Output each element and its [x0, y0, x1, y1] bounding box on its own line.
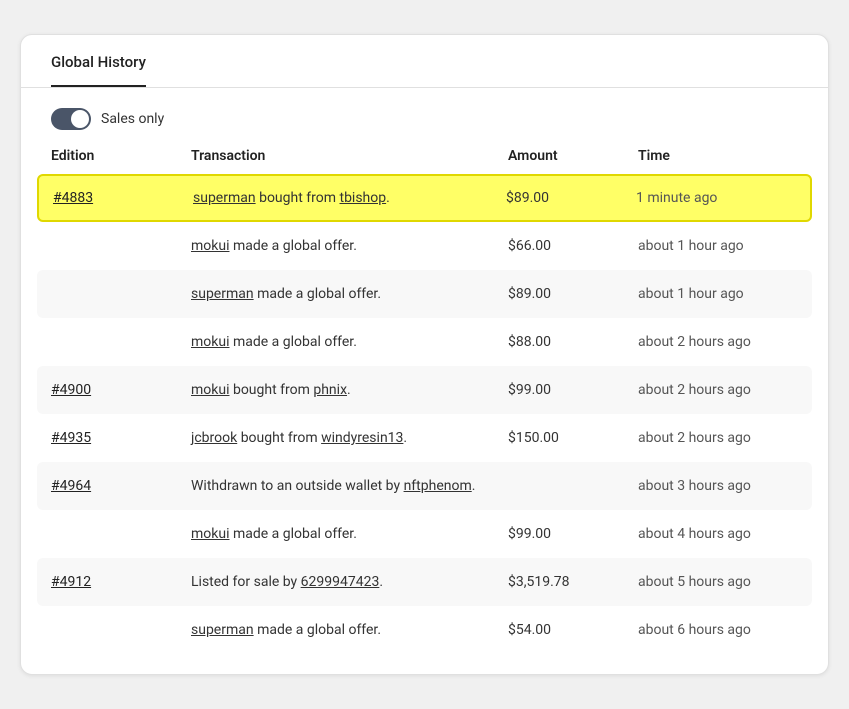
user-link-buyer[interactable]: mokui: [191, 382, 229, 398]
header-time: Time: [638, 148, 798, 164]
header-amount: Amount: [508, 148, 638, 164]
transaction-cell: mokui bought from phnix.: [191, 382, 508, 398]
edition-link[interactable]: #4964: [51, 478, 91, 494]
transaction-cell: mokui made a global offer.: [191, 334, 508, 350]
sales-only-toggle[interactable]: [51, 108, 91, 130]
transaction-cell: jcbrook bought from windyresin13.: [191, 430, 508, 446]
user-link-seller[interactable]: phnix: [313, 382, 347, 398]
header-edition: Edition: [51, 148, 191, 164]
time-cell: about 2 hours ago: [638, 382, 798, 398]
edition-link[interactable]: #4883: [53, 190, 93, 206]
user-link-seller[interactable]: windyresin13: [321, 430, 403, 446]
edition-cell: #4900: [51, 382, 191, 398]
time-cell: about 1 hour ago: [638, 286, 798, 302]
time-cell: about 4 hours ago: [638, 526, 798, 542]
amount-cell: $89.00: [506, 190, 636, 206]
table-row: #4964 Withdrawn to an outside wallet by n…: [37, 462, 812, 510]
table-body: #4883superman bought from tbishop.$89.00…: [37, 174, 812, 654]
amount-cell: $89.00: [508, 286, 638, 302]
amount-cell: $54.00: [508, 622, 638, 638]
transaction-cell: Withdrawn to an outside wallet by nftphe…: [191, 478, 508, 494]
user-link[interactable]: superman: [191, 622, 254, 638]
time-cell: about 2 hours ago: [638, 430, 798, 446]
user-link-buyer[interactable]: superman: [193, 190, 256, 206]
tab-bar: Global History: [21, 35, 828, 88]
edition-cell: #4912: [51, 574, 191, 590]
amount-cell: $99.00: [508, 382, 638, 398]
edition-link[interactable]: #4912: [51, 574, 91, 590]
amount-cell: $3,519.78: [508, 574, 638, 590]
global-history-card: Global History Sales only Edition Transa…: [20, 34, 829, 675]
transaction-cell: superman made a global offer.: [191, 286, 508, 302]
user-link[interactable]: mokui: [191, 334, 229, 350]
edition-cell: #4935: [51, 430, 191, 446]
table-header: Edition Transaction Amount Time: [37, 142, 812, 170]
amount-cell: $150.00: [508, 430, 638, 446]
table-row: superman made a global offer.$89.00about…: [37, 270, 812, 318]
time-cell: about 6 hours ago: [638, 622, 798, 638]
edition-link[interactable]: #4900: [51, 382, 91, 398]
user-link[interactable]: superman: [191, 286, 254, 302]
time-cell: about 5 hours ago: [638, 574, 798, 590]
amount-cell: $88.00: [508, 334, 638, 350]
tab-global-history[interactable]: Global History: [51, 35, 146, 87]
transaction-cell: mokui made a global offer.: [191, 238, 508, 254]
table-row: #4883 superman bought from tbishop.$89.00…: [37, 174, 812, 222]
transaction-cell: Listed for sale by 6299947423.: [191, 574, 508, 590]
sales-only-label: Sales only: [101, 111, 164, 127]
user-link[interactable]: mokui: [191, 526, 229, 542]
edition-cell: #4964: [51, 478, 191, 494]
table-row: #4935 jcbrook bought from windyresin13.$1…: [37, 414, 812, 462]
user-link-seller[interactable]: tbishop: [339, 190, 386, 206]
table-row: #4912 Listed for sale by 6299947423.$3,51…: [37, 558, 812, 606]
user-link-buyer[interactable]: jcbrook: [191, 430, 237, 446]
time-cell: about 2 hours ago: [638, 334, 798, 350]
table-row: #4900 mokui bought from phnix.$99.00about…: [37, 366, 812, 414]
transaction-cell: superman bought from tbishop.: [193, 190, 506, 206]
amount-cell: $99.00: [508, 526, 638, 542]
controls-row: Sales only: [21, 88, 828, 142]
table-row: mokui made a global offer.$66.00about 1 …: [37, 222, 812, 270]
table-container: Edition Transaction Amount Time #4883 sup…: [21, 142, 828, 654]
table-row: mokui made a global offer.$88.00about 2 …: [37, 318, 812, 366]
amount-cell: $66.00: [508, 238, 638, 254]
toggle-knob: [71, 110, 89, 128]
user-link[interactable]: nftphenom: [404, 478, 472, 494]
edition-link[interactable]: #4935: [51, 430, 91, 446]
header-transaction: Transaction: [191, 148, 508, 164]
user-link[interactable]: mokui: [191, 238, 229, 254]
user-link[interactable]: 6299947423: [301, 574, 380, 590]
edition-cell: #4883: [53, 190, 193, 206]
table-row: superman made a global offer.$54.00about…: [37, 606, 812, 654]
time-cell: 1 minute ago: [636, 190, 796, 206]
time-cell: about 1 hour ago: [638, 238, 798, 254]
table-row: mokui made a global offer.$99.00about 4 …: [37, 510, 812, 558]
transaction-cell: superman made a global offer.: [191, 622, 508, 638]
time-cell: about 3 hours ago: [638, 478, 798, 494]
transaction-cell: mokui made a global offer.: [191, 526, 508, 542]
